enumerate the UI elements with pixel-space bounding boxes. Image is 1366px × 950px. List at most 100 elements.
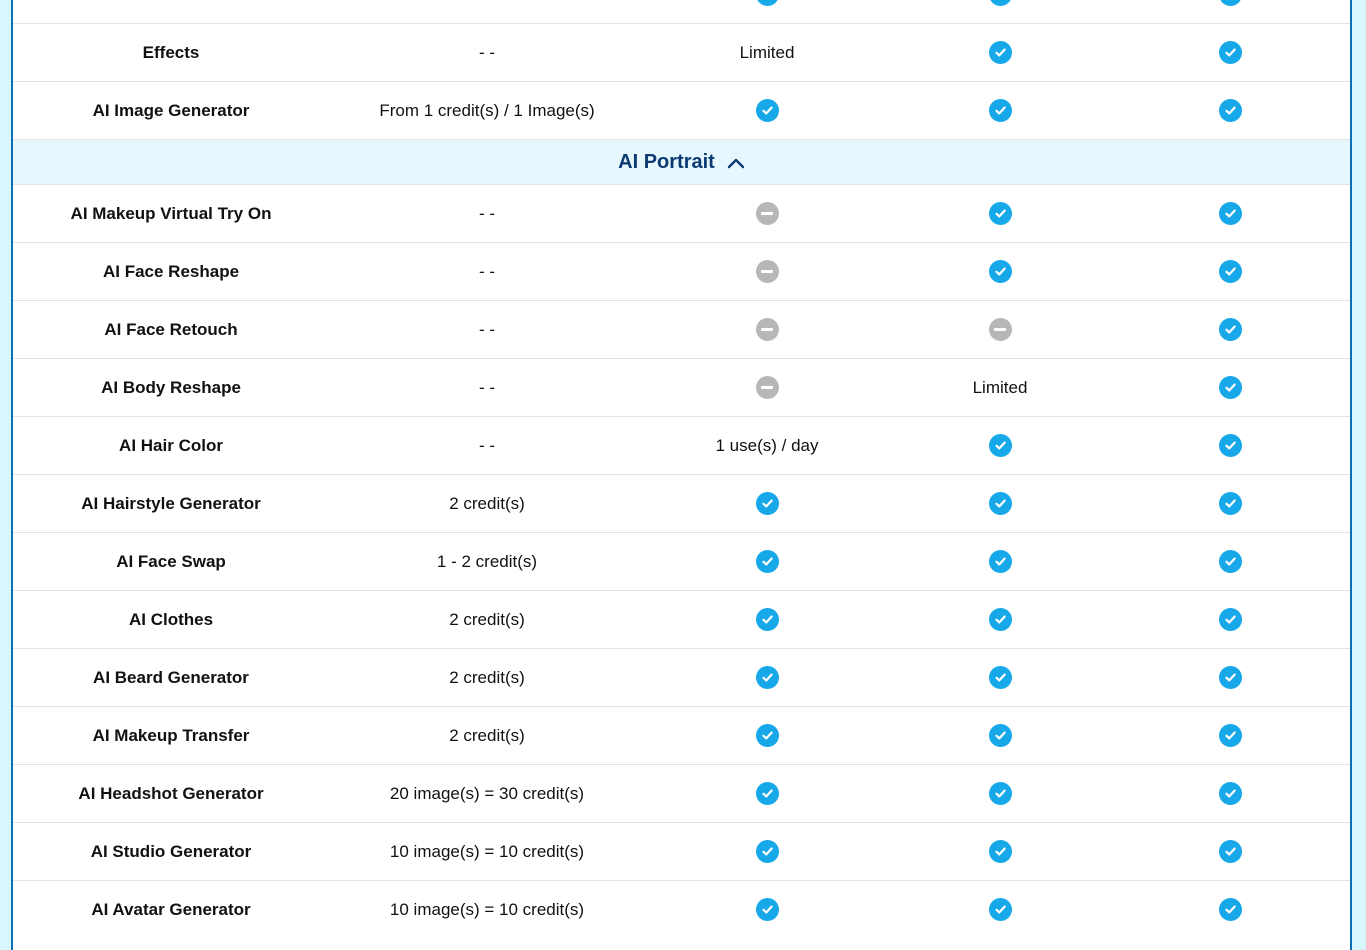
plan-cell xyxy=(1111,881,1350,938)
feature-name: AI Makeup Transfer xyxy=(92,725,250,745)
check-icon xyxy=(755,840,779,863)
table-row: AI Face Retouch - - xyxy=(13,300,1350,358)
plan-value-text: 1 use(s) / day xyxy=(715,435,819,455)
check-icon xyxy=(1219,41,1242,64)
table-row: AI Hair Color - - 1 use(s) / day xyxy=(13,416,1350,474)
credit-cost: 2 credit(s) xyxy=(449,493,525,513)
plan-cell xyxy=(645,0,889,23)
credit-cost: - - xyxy=(478,42,496,62)
plan-cell xyxy=(889,24,1111,81)
credit-cost: 2 credit(s) xyxy=(449,609,525,629)
check-icon xyxy=(988,0,1012,6)
check-icon xyxy=(1219,724,1242,747)
plan-cell xyxy=(889,649,1111,706)
plan-cell xyxy=(889,82,1111,139)
plan-cell xyxy=(1111,243,1350,300)
plan-cell xyxy=(1111,765,1350,822)
check-icon xyxy=(988,724,1012,747)
table-row: AI Makeup Transfer 2 credit(s) xyxy=(13,706,1350,764)
feature-name: AI Clothes xyxy=(128,609,214,629)
plan-cell xyxy=(1111,823,1350,880)
unavailable-icon xyxy=(988,318,1012,341)
plan-cell xyxy=(645,823,889,880)
table-row: AI Beard Generator 2 credit(s) xyxy=(13,648,1350,706)
plan-cell xyxy=(889,243,1111,300)
plan-cell xyxy=(645,881,889,938)
check-icon xyxy=(755,666,779,689)
check-icon xyxy=(1219,840,1242,863)
feature-name: AI Face Retouch xyxy=(104,319,238,339)
table-row xyxy=(13,0,1350,23)
plan-cell xyxy=(1111,707,1350,764)
check-icon xyxy=(988,666,1012,689)
plan-cell: Limited xyxy=(645,24,889,81)
check-icon xyxy=(988,840,1012,863)
check-icon xyxy=(1219,202,1242,225)
plan-cell: Limited xyxy=(889,359,1111,416)
check-icon xyxy=(1219,434,1242,457)
plan-value-text: Limited xyxy=(739,42,795,62)
table-row: AI Makeup Virtual Try On - - xyxy=(13,184,1350,242)
plan-cell xyxy=(645,185,889,242)
check-icon xyxy=(755,0,779,6)
plan-cell xyxy=(889,0,1111,23)
check-icon xyxy=(988,492,1012,515)
feature-name: AI Studio Generator xyxy=(90,841,252,861)
check-icon xyxy=(988,434,1012,457)
table-row: AI Headshot Generator 20 image(s) = 30 cr… xyxy=(13,764,1350,822)
table-row: AI Hairstyle Generator 2 credit(s) xyxy=(13,474,1350,532)
plan-cell xyxy=(1111,185,1350,242)
feature-name: AI Headshot Generator xyxy=(78,783,264,803)
credit-cost: - - xyxy=(478,435,496,455)
check-icon xyxy=(1219,608,1242,631)
plan-cell xyxy=(645,243,889,300)
plan-cell xyxy=(645,707,889,764)
check-icon xyxy=(1219,376,1242,399)
plan-cell xyxy=(889,475,1111,532)
plan-value-text: Limited xyxy=(972,377,1028,397)
feature-name: AI Hair Color xyxy=(119,435,223,455)
feature-name: AI Face Reshape xyxy=(102,261,240,281)
feature-name: AI Image Generator xyxy=(92,100,250,120)
credit-cost: From 1 credit(s) / 1 Image(s) xyxy=(379,100,595,120)
table-row: AI Face Reshape - - xyxy=(13,242,1350,300)
plan-cell xyxy=(645,591,889,648)
check-icon xyxy=(1219,318,1242,341)
check-icon xyxy=(1219,782,1242,805)
feature-name: AI Avatar Generator xyxy=(91,899,251,919)
plan-cell xyxy=(1111,417,1350,474)
credit-cost: - - xyxy=(478,203,496,223)
plan-cell xyxy=(889,591,1111,648)
unavailable-icon xyxy=(755,202,779,225)
check-icon xyxy=(1219,99,1242,122)
credit-cost: 10 image(s) = 10 credit(s) xyxy=(389,899,585,919)
check-icon xyxy=(755,608,779,631)
plan-cell xyxy=(1111,0,1350,23)
check-icon xyxy=(755,724,779,747)
unavailable-icon xyxy=(755,318,779,341)
plan-cell xyxy=(889,765,1111,822)
check-icon xyxy=(1219,0,1242,6)
chevron-up-icon[interactable] xyxy=(727,157,745,169)
check-icon xyxy=(1219,260,1242,283)
table-row: AI Face Swap 1 - 2 credit(s) xyxy=(13,532,1350,590)
plan-cell xyxy=(645,765,889,822)
feature-name: AI Body Reshape xyxy=(101,377,241,397)
plan-cell xyxy=(1111,533,1350,590)
credit-cost: 2 credit(s) xyxy=(449,667,525,687)
check-icon xyxy=(755,492,779,515)
check-icon xyxy=(988,898,1012,921)
credit-cost: - - xyxy=(478,261,496,281)
check-icon xyxy=(755,782,779,805)
plan-cell xyxy=(645,359,889,416)
plan-cell xyxy=(1111,24,1350,81)
plan-cell xyxy=(889,881,1111,938)
plan-cell xyxy=(645,82,889,139)
plan-cell xyxy=(645,301,889,358)
feature-comparison-table: Effects - - Limited AI Image Generator From … xyxy=(11,0,1352,950)
check-icon xyxy=(988,550,1012,573)
table-row: AI Avatar Generator 10 image(s) = 10 cred… xyxy=(13,880,1350,938)
check-icon xyxy=(755,550,779,573)
section-header-ai-portrait[interactable]: AI Portrait xyxy=(13,139,1350,185)
table-row: AI Clothes 2 credit(s) xyxy=(13,590,1350,648)
